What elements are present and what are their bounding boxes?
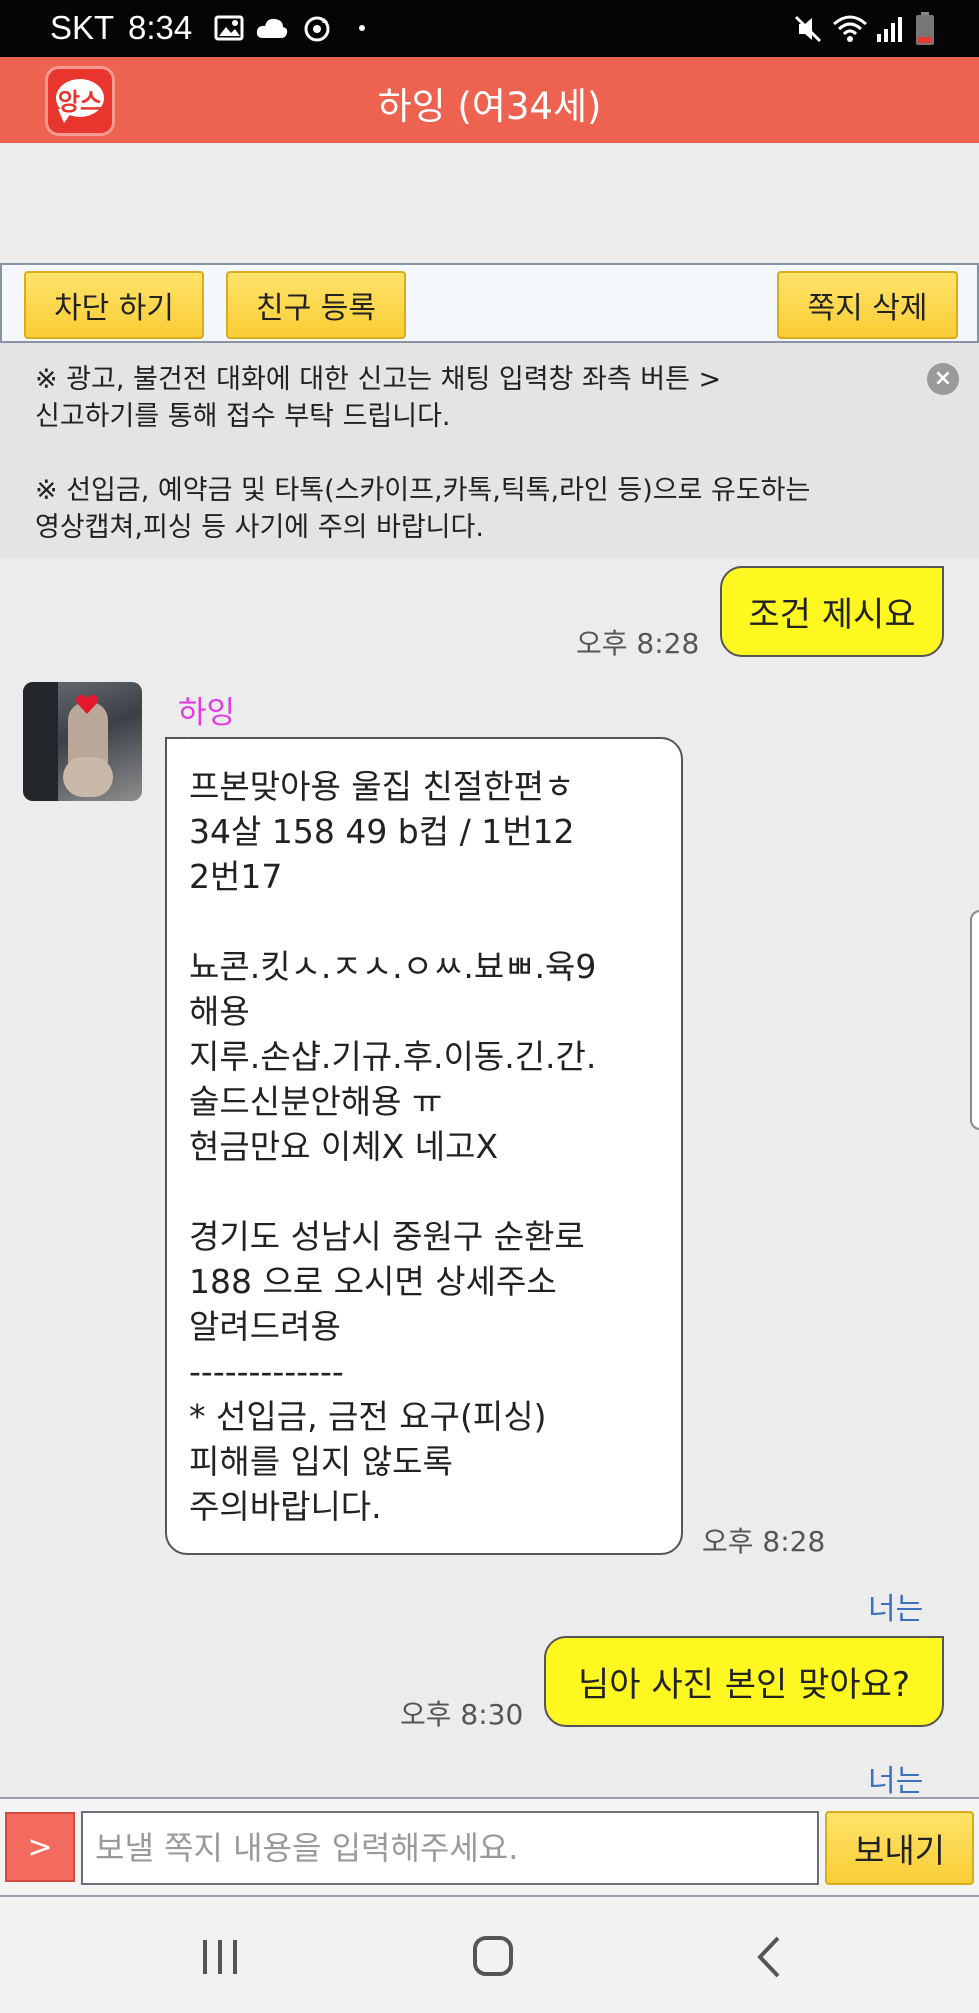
message-line: 알려드려용: [189, 1307, 341, 1346]
action-bar: 차단 하기 친구 등록 쪽지 삭제: [0, 263, 979, 343]
message-line: -------------: [189, 1352, 344, 1391]
message-line: * 선입금, 금전 요구(피싱): [189, 1397, 547, 1436]
warning-notice: ※ 광고, 불건전 대화에 대한 신고는 채팅 입력창 좌측 버튼 > 신고하기…: [0, 343, 979, 558]
my-message-bubble[interactable]: 조건 제시요: [720, 566, 944, 657]
message-line: 피해를 입지 않도록: [189, 1442, 453, 1481]
report-menu-button[interactable]: >: [5, 1812, 75, 1882]
cloud-icon: [255, 14, 289, 42]
status-time: 8:34: [128, 9, 193, 46]
recent-apps-icon[interactable]: [190, 1932, 250, 1982]
notice-line: ※ 광고, 불건전 대화에 대한 신고는 채팅 입력창 좌측 버튼 >: [35, 364, 722, 395]
my-message-bubble[interactable]: 님아 사진 본인 맞아요?: [544, 1636, 944, 1727]
avatar-wall: [23, 682, 58, 801]
delete-message-button[interactable]: 쪽지 삭제: [777, 271, 958, 339]
you-label: 너는: [868, 1592, 924, 1627]
message-line: [189, 899, 659, 944]
sender-name: 하잉: [178, 695, 236, 731]
message-line: 해용: [189, 992, 250, 1031]
offscreen-bubble-edge: [970, 910, 979, 1130]
message-line: 34살 158 49 b컵 / 1번12: [189, 812, 575, 851]
you-label: 너는: [868, 1764, 924, 1799]
message-input[interactable]: [81, 1811, 819, 1885]
message-time: 오후 8:28: [576, 627, 700, 660]
notice-line: 신고하기를 통해 접수 부탁 드립니다.: [35, 401, 451, 432]
back-icon[interactable]: [740, 1932, 800, 1982]
notice-line: ※ 선입금, 예약금 및 타톡(스카이프,카톡,틱톡,라인 등)으로 유도하는: [35, 475, 811, 506]
block-button[interactable]: 차단 하기: [24, 271, 204, 339]
signal-icon: [875, 14, 905, 44]
battery-icon: [915, 12, 935, 46]
message-line: 경기도 성남시 중원구 순환로: [189, 1217, 585, 1256]
notice-line: 영상캡쳐,피싱 등 사기에 주의 바랍니다.: [35, 512, 484, 543]
add-friend-button[interactable]: 친구 등록: [226, 271, 406, 339]
carrier-label: SKT: [50, 9, 115, 46]
system-nav-bar: [0, 1897, 979, 2013]
send-button[interactable]: 보내기: [825, 1811, 974, 1885]
message-line: 현금만요 이체X 네고X: [189, 1127, 499, 1166]
heart-icon: [76, 694, 98, 714]
message-time: 오후 8:28: [702, 1525, 826, 1558]
message-time: 오후 8:30: [400, 1698, 524, 1731]
avatar[interactable]: [23, 682, 142, 801]
close-icon[interactable]: ×: [927, 363, 959, 395]
message-line: 프본맞아용 울집 친절한편ㅎ: [189, 767, 575, 806]
message-input-bar: > 보내기: [0, 1797, 979, 1897]
avatar-legs: [63, 757, 113, 797]
sync-icon: [302, 14, 332, 44]
message-line: 2번17: [189, 857, 283, 896]
mute-icon: [793, 14, 823, 44]
message-line: [189, 1169, 659, 1214]
page-title: 하잉 (여34세): [377, 85, 602, 128]
message-line: 지루.손샵.기규.후.이동.긴.간.: [189, 1037, 597, 1076]
home-icon[interactable]: [463, 1932, 523, 1982]
message-line: 술드신분안해용 ㅠ: [189, 1082, 443, 1121]
incoming-message-bubble[interactable]: 프본맞아용 울집 친절한편ㅎ 34살 158 49 b컵 / 1번12 2번17 뇨콘…: [165, 737, 683, 1555]
message-line: 주의바랍니다.: [189, 1487, 382, 1526]
message-line: 뇨콘.킷ㅅ.ㅈㅅ.ㅇㅆ.뵤ㅃ.육9: [189, 947, 597, 986]
wifi-icon: [832, 14, 868, 44]
message-line: 188 으로 오시면 상세주소: [189, 1262, 557, 1301]
status-bar: SKT 8:34: [0, 0, 979, 57]
dot-icon: [358, 24, 366, 32]
image-icon: [214, 14, 244, 42]
app-header: 앙스 하잉 (여34세): [0, 57, 979, 143]
